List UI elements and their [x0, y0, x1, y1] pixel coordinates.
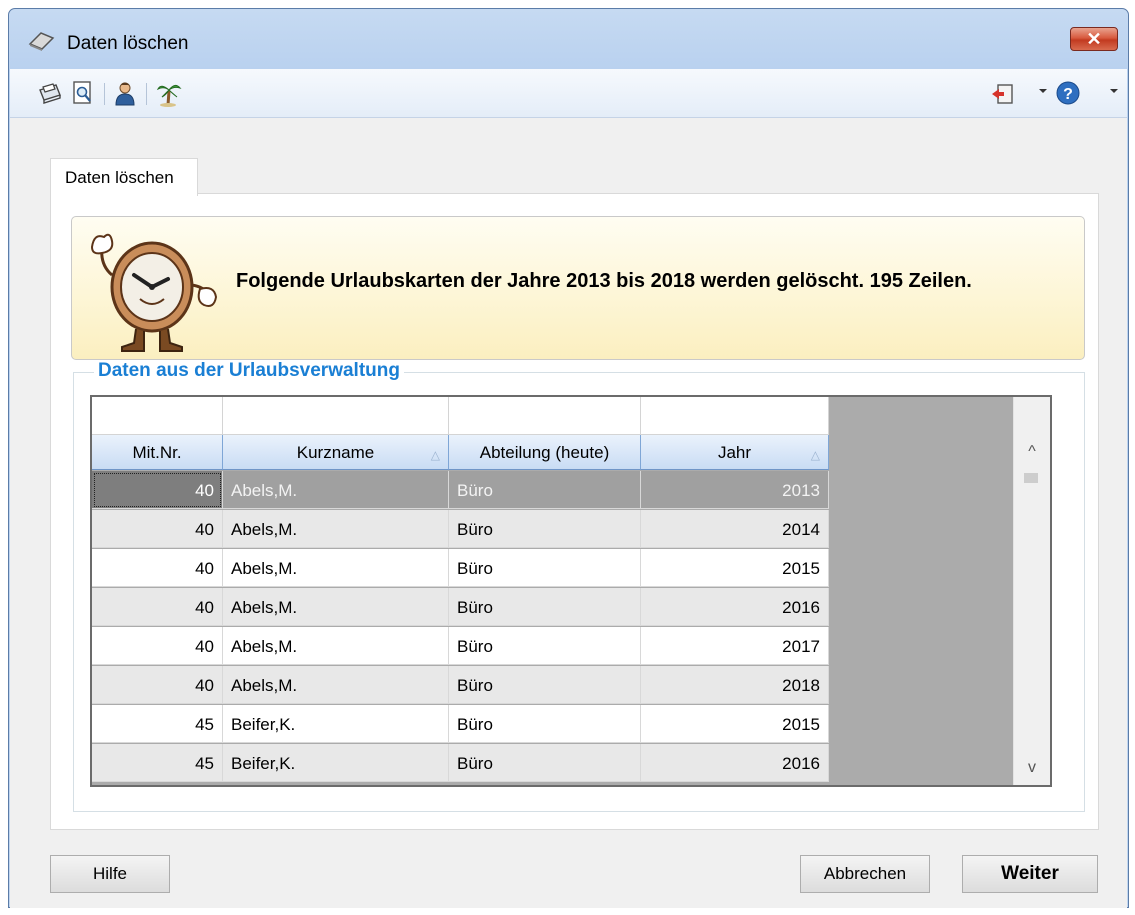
- column-header-kurzname[interactable]: Kurzname △: [223, 435, 449, 470]
- table-cell[interactable]: 2015: [641, 549, 829, 587]
- table-cell[interactable]: 40: [92, 627, 223, 665]
- table-cell[interactable]: 40: [92, 588, 223, 626]
- user-icon[interactable]: [112, 79, 138, 107]
- table-cell[interactable]: Büro: [449, 666, 641, 704]
- table-cell[interactable]: 2013: [641, 471, 829, 509]
- table-cell[interactable]: 45: [92, 705, 223, 743]
- exit-door-icon[interactable]: [990, 79, 1016, 107]
- table-cell[interactable]: Abels,M.: [223, 627, 449, 665]
- table-cell[interactable]: 2016: [641, 588, 829, 626]
- data-group: Daten aus der Urlaubsverwaltung Mit.Nr. …: [73, 360, 1085, 812]
- group-title: Daten aus der Urlaubsverwaltung: [94, 360, 404, 382]
- tab-panel: Folgende Urlaubskarten der Jahre 2013 bi…: [50, 193, 1099, 830]
- scroll-down-arrow-icon[interactable]: v: [1014, 751, 1050, 785]
- dialog-window: Daten löschen ✕ ? Daten löschen Folgende…: [8, 8, 1129, 908]
- sort-ascending-icon: △: [810, 448, 820, 462]
- toolbar-separator: [146, 83, 147, 105]
- svg-text:?: ?: [1063, 86, 1073, 103]
- sort-ascending-icon: △: [430, 448, 440, 462]
- eraser-icon: [28, 32, 55, 51]
- info-banner: Folgende Urlaubskarten der Jahre 2013 bi…: [71, 216, 1085, 360]
- print-preview-icon[interactable]: [70, 79, 96, 107]
- column-header-abteilung[interactable]: Abteilung (heute): [449, 435, 641, 470]
- table-cell[interactable]: Abels,M.: [223, 588, 449, 626]
- table-cell[interactable]: 2014: [641, 510, 829, 548]
- column-header-label: Kurzname: [296, 443, 375, 462]
- table-cell[interactable]: Büro: [449, 471, 641, 509]
- toolbar: ?: [10, 69, 1127, 118]
- close-button[interactable]: ✕: [1070, 27, 1118, 51]
- scroll-up-arrow-icon[interactable]: ^: [1014, 435, 1050, 469]
- table-cell[interactable]: Büro: [449, 588, 641, 626]
- clock-mascot-icon: [90, 233, 218, 352]
- table-cell[interactable]: Büro: [449, 627, 641, 665]
- table-cell[interactable]: 2018: [641, 666, 829, 704]
- table-cell[interactable]: Abels,M.: [223, 549, 449, 587]
- table-cell[interactable]: Büro: [449, 549, 641, 587]
- table-cell[interactable]: 40: [92, 666, 223, 704]
- table-cell[interactable]: 45: [92, 744, 223, 782]
- table-cell[interactable]: Beifer,K.: [223, 744, 449, 782]
- client-area: Daten löschen Folgende Urlaubskarten der…: [10, 118, 1127, 908]
- column-header-label: Jahr: [717, 443, 752, 462]
- banner-message: Folgende Urlaubskarten der Jahre 2013 bi…: [236, 270, 972, 292]
- table-cell[interactable]: 2016: [641, 744, 829, 782]
- filter-cell[interactable]: [449, 397, 641, 435]
- table-cell[interactable]: Büro: [449, 510, 641, 548]
- cancel-button[interactable]: Abbrechen: [800, 855, 930, 893]
- filter-cell[interactable]: [223, 397, 449, 435]
- title-bar[interactable]: Daten löschen ✕: [9, 9, 1128, 61]
- filter-cell[interactable]: [641, 397, 829, 435]
- table-cell[interactable]: Abels,M.: [223, 510, 449, 548]
- table-cell[interactable]: Beifer,K.: [223, 705, 449, 743]
- table-cell[interactable]: 40: [92, 471, 223, 509]
- table-cell[interactable]: Büro: [449, 705, 641, 743]
- next-button[interactable]: Weiter: [962, 855, 1098, 893]
- column-header-label: Abteilung (heute): [479, 443, 610, 462]
- column-header-mitnr[interactable]: Mit.Nr.: [92, 435, 223, 470]
- table-cell[interactable]: Büro: [449, 744, 641, 782]
- vertical-scrollbar[interactable]: ^ v: [1013, 397, 1050, 785]
- table-cell[interactable]: Abels,M.: [223, 471, 449, 509]
- column-header-label: Mit.Nr.: [132, 443, 182, 462]
- help-button[interactable]: Hilfe: [50, 855, 170, 893]
- tab-daten-loeschen[interactable]: Daten löschen: [50, 158, 198, 196]
- table-cell[interactable]: 2017: [641, 627, 829, 665]
- printer-icon[interactable]: [36, 79, 62, 107]
- scroll-thumb[interactable]: [1024, 473, 1038, 483]
- exit-dropdown-arrow[interactable]: [1039, 89, 1047, 93]
- help-dropdown-arrow[interactable]: [1110, 89, 1118, 93]
- filter-cell[interactable]: [92, 397, 223, 435]
- data-grid[interactable]: Mit.Nr. Kurzname △ Abteilung (heute) Jahr…: [90, 395, 1052, 787]
- table-cell[interactable]: Abels,M.: [223, 666, 449, 704]
- palm-tree-icon[interactable]: [156, 79, 182, 107]
- table-cell[interactable]: 2015: [641, 705, 829, 743]
- toolbar-separator: [104, 83, 105, 105]
- column-header-jahr[interactable]: Jahr △: [641, 435, 829, 470]
- window-title: Daten löschen: [67, 33, 189, 54]
- table-cell[interactable]: 40: [92, 549, 223, 587]
- help-icon[interactable]: ?: [1055, 79, 1081, 107]
- table-cell[interactable]: 40: [92, 510, 223, 548]
